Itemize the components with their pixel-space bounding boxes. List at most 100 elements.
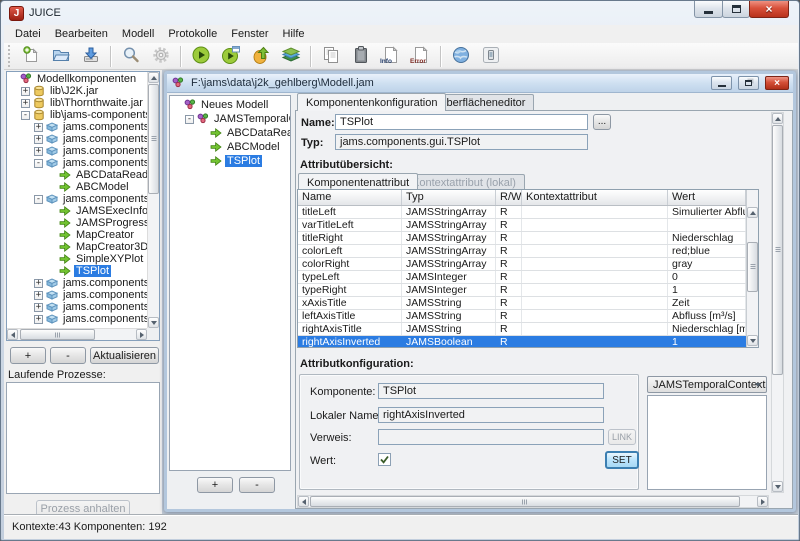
settings-button[interactable]	[146, 44, 176, 69]
tab-komponentenkonfiguration[interactable]: Komponentenkonfiguration	[297, 93, 446, 111]
tree-item-mapcreator[interactable]: MapCreator	[8, 229, 147, 241]
component-tree-vscrollbar[interactable]	[147, 72, 159, 328]
link-button[interactable]: LINK	[608, 429, 636, 445]
attribute-row-xaxistitle[interactable]: xAxisTitleJAMSStringRZeit	[298, 297, 746, 310]
column-header-wert[interactable]: Wert	[668, 190, 746, 205]
attribute-row-typeright[interactable]: typeRightJAMSIntegerR1	[298, 284, 746, 297]
tree-item-jams-components-gui[interactable]: -jams.components.gui	[8, 193, 147, 205]
tree-item-abcmodel[interactable]: ABCModel	[172, 140, 290, 154]
attribute-row-typeleft[interactable]: typeLeftJAMSIntegerR0	[298, 271, 746, 284]
menu-datei[interactable]: Datei	[8, 26, 48, 42]
toolbar-handle[interactable]	[8, 45, 12, 67]
tree-item-jams-components-io[interactable]: +jams.components.io	[8, 289, 147, 301]
tree-item-jamstemporalcontext[interactable]: -JAMSTemporalContext	[172, 112, 290, 126]
attribute-row-titleright[interactable]: titleRightJAMSStringArrayRNiederschlag	[298, 232, 746, 245]
refresh-libraries-button[interactable]: Aktualisieren	[90, 347, 159, 364]
name-input[interactable]: TSPlot	[335, 114, 588, 130]
expand-icon[interactable]: +	[21, 87, 30, 96]
expand-icon[interactable]: +	[34, 303, 43, 312]
attribute-row-rightaxisinverted[interactable]: rightAxisInvertedJAMSBooleanR1	[298, 336, 746, 347]
search-button[interactable]	[116, 44, 146, 69]
expand-icon[interactable]: +	[34, 279, 43, 288]
collapse-icon[interactable]: -	[34, 195, 43, 204]
context-selector[interactable]: JAMSTemporalContext	[647, 376, 767, 393]
tree-item-lib-jams-components-jar[interactable]: -lib\jams-components.jar	[8, 109, 147, 121]
tree-item-jams-components-gui-sp[interactable]: +jams.components.gui.sp	[8, 277, 147, 289]
attribute-row-titleleft[interactable]: titleLeftJAMSStringArrayRSimulierter Abf…	[298, 206, 746, 219]
expand-icon[interactable]: +	[34, 147, 43, 156]
tree-item-jams-components-optimi[interactable]: +jams.components.optimi	[8, 313, 147, 325]
column-header-r-w[interactable]: R/W	[496, 190, 522, 205]
running-processes-list[interactable]	[6, 382, 160, 494]
menu-bearbeiten[interactable]: Bearbeiten	[48, 26, 115, 42]
tree-item-abcdatareader[interactable]: ABCDataReader	[172, 126, 290, 140]
tree-item-jamsexecinfo[interactable]: JAMSExecInfo	[8, 205, 147, 217]
context-attribute-list[interactable]	[647, 395, 767, 490]
document-minimize-button[interactable]	[711, 76, 732, 90]
tree-item-abcmodel[interactable]: ABCModel	[8, 181, 147, 193]
collapse-icon[interactable]: -	[34, 159, 43, 168]
wert-checkbox[interactable]	[378, 453, 391, 466]
typ-field[interactable]: jams.components.gui.TSPlot	[335, 134, 588, 150]
tree-item-jams-components-machin[interactable]: +jams.components.machin	[8, 301, 147, 313]
expand-icon[interactable]: +	[21, 99, 30, 108]
run-model-button[interactable]	[186, 44, 216, 69]
config-pane-vscrollbar[interactable]	[771, 112, 784, 493]
attribute-row-vartitleleft[interactable]: varTitleLeftJAMSStringArrayR	[298, 219, 746, 232]
menu-protokolle[interactable]: Protokolle	[161, 26, 224, 42]
model-builder-button[interactable]	[246, 44, 276, 69]
tree-item-jamsprogress[interactable]: JAMSProgress	[8, 217, 147, 229]
tree-item-abcdatareader[interactable]: ABCDataReader	[8, 169, 147, 181]
expand-icon[interactable]: +	[34, 123, 43, 132]
komponente-field[interactable]: TSPlot	[378, 383, 604, 399]
tree-item-simplexyplot[interactable]: SimpleXYPlot	[8, 253, 147, 265]
attribute-row-colorleft[interactable]: colorLeftJAMSStringArrayRred;blue	[298, 245, 746, 258]
tree-item-lib-thornthwaite-jar[interactable]: +lib\Thornthwaite.jar	[8, 97, 147, 109]
tree-item-jams-components-aggre[interactable]: +jams.components.aggre	[8, 121, 147, 133]
collapse-icon[interactable]: -	[185, 115, 194, 124]
info-log-button[interactable]: Info	[376, 44, 406, 69]
maximize-button[interactable]	[722, 1, 750, 18]
set-button[interactable]: SET	[605, 451, 639, 469]
tab-kontextattribut[interactable]: Kontextattribut (lokal)	[403, 174, 525, 190]
tree-item-tsplot[interactable]: TSPlot	[172, 154, 290, 168]
minimize-button[interactable]	[694, 1, 723, 18]
tree-item-jams-components-debug[interactable]: +jams.components.debug	[8, 145, 147, 157]
document-close-button[interactable]: ×	[765, 76, 789, 90]
attribute-row-colorright[interactable]: colorRightJAMSStringArrayRgray	[298, 258, 746, 271]
open-model-button[interactable]	[46, 44, 76, 69]
tree-item-neues-modell[interactable]: Neues Modell	[172, 98, 290, 112]
column-header-name[interactable]: Name	[298, 190, 402, 205]
attribute-row-leftaxistitle[interactable]: leftAxisTitleJAMSStringRAbfluss [m³/s]	[298, 310, 746, 323]
expand-icon[interactable]: +	[34, 135, 43, 144]
component-tree-hscrollbar[interactable]	[7, 328, 147, 340]
attribute-row-rightaxistitle[interactable]: rightAxisTitleJAMSStringRNiederschlag [m…	[298, 323, 746, 336]
model-tree-add-button[interactable]: +	[197, 477, 233, 493]
name-more-button[interactable]: ...	[593, 114, 611, 130]
tree-item-lib-j2k-jar[interactable]: +lib\J2K.jar	[8, 85, 147, 97]
tree-item-tsplot[interactable]: TSPlot	[8, 265, 147, 277]
add-library-button[interactable]: +	[10, 347, 46, 364]
expand-icon[interactable]: +	[34, 291, 43, 300]
tree-item-modellkomponenten[interactable]: Modellkomponenten	[8, 73, 147, 85]
document-titlebar[interactable]: F:\jams\data\j2k_gehlberg\Modell.jam ×	[167, 74, 793, 93]
tree-item-jams-components-condit[interactable]: +jams.components.condit	[8, 133, 147, 145]
column-header-kontextattribut[interactable]: Kontextattribut	[522, 190, 668, 205]
menu-modell[interactable]: Modell	[115, 26, 161, 42]
model-tree-remove-button[interactable]: -	[239, 477, 275, 493]
lokaler-name-field[interactable]: rightAxisInverted	[378, 407, 604, 423]
web-button[interactable]	[446, 44, 476, 69]
menu-fenster[interactable]: Fenster	[224, 26, 275, 42]
remove-library-button[interactable]: -	[50, 347, 86, 364]
column-header-typ[interactable]: Typ	[402, 190, 496, 205]
tree-item-mapcreator3d[interactable]: MapCreator3D	[8, 241, 147, 253]
new-model-button[interactable]	[16, 44, 46, 69]
tree-item-jams-components-demo[interactable]: -jams.components.demo.	[8, 157, 147, 169]
document-restore-button[interactable]	[738, 76, 759, 90]
config-pane-hscrollbar[interactable]	[297, 495, 769, 508]
titlebar[interactable]: J JUICE ×	[1, 1, 799, 25]
menu-hilfe[interactable]: Hilfe	[276, 26, 312, 42]
attribute-table-vscrollbar[interactable]	[746, 190, 758, 347]
collapse-icon[interactable]: -	[21, 111, 30, 120]
close-button[interactable]: ×	[749, 1, 789, 18]
